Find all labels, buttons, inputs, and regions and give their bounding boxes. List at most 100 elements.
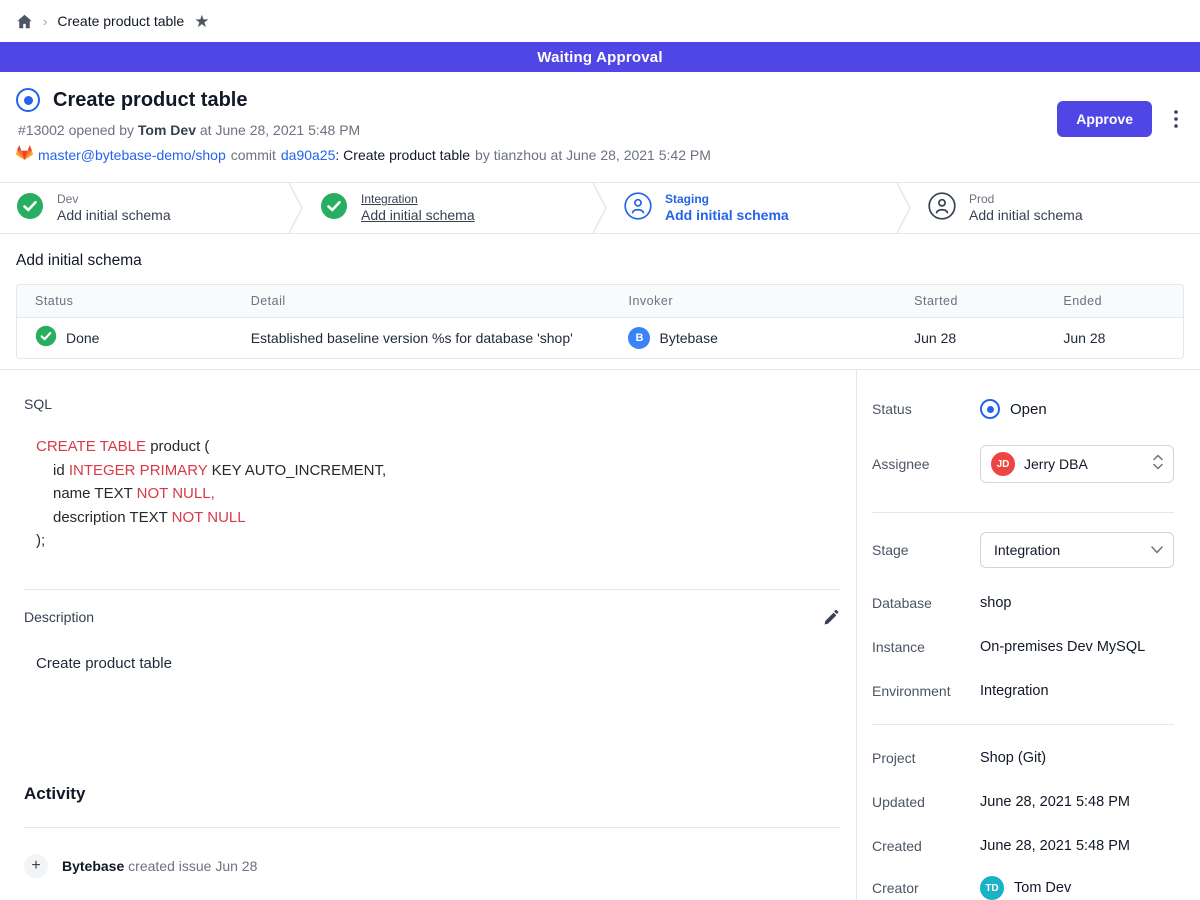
vcs-branch-link[interactable]: master@bytebase-demo/shop — [38, 147, 226, 163]
divider — [24, 589, 840, 590]
column-header-started: Started — [896, 285, 1045, 317]
stage-label: Stage — [872, 542, 980, 558]
created-label: Created — [872, 838, 980, 854]
open-status-icon — [980, 399, 1000, 419]
bytebase-issue-page: › Create product table ★ Waiting Approva… — [0, 0, 1200, 900]
task-section-title: Add initial schema — [16, 252, 1184, 270]
assignee-label: Assignee — [872, 456, 980, 472]
sidebar: Status Open Assignee JD Jerry DBA — [857, 370, 1200, 900]
stage-separator-chevron — [896, 183, 912, 233]
sql-keyword: NOT NULL, — [137, 485, 215, 502]
sql-text: description TEXT — [53, 509, 172, 526]
activity-author: Bytebase — [62, 858, 124, 874]
sql-keyword: INTEGER PRIMARY — [69, 462, 208, 479]
environment-label: Environment — [872, 683, 980, 699]
stage-separator-chevron — [288, 183, 304, 233]
task-table-header-row: Status Detail Invoker Started Ended — [17, 285, 1183, 317]
creator-label: Creator — [872, 880, 980, 896]
person-circle-icon — [624, 192, 652, 225]
status-banner: Waiting Approval — [0, 42, 1200, 72]
vcs-commit-byline: by tianzhou at June 28, 2021 5:42 PM — [475, 147, 711, 163]
instance-label: Instance — [872, 639, 980, 655]
activity-text: created issue Jun 28 — [128, 858, 257, 874]
check-circle-icon — [35, 325, 57, 350]
environment-value: Integration — [980, 683, 1049, 699]
issue-header: Create product table #13002 opened by To… — [0, 72, 1200, 182]
instance-value: On-premises Dev MySQL — [980, 639, 1145, 655]
approve-button[interactable]: Approve — [1057, 101, 1152, 137]
content-area: SQL CREATE TABLE product ( id INTEGER PR… — [0, 369, 1200, 900]
divider — [24, 827, 840, 828]
sql-code-block: CREATE TABLE product ( id INTEGER PRIMAR… — [36, 435, 840, 553]
issue-meta: #13002 opened by Tom Dev at June 28, 202… — [16, 122, 1176, 138]
check-circle-icon — [16, 192, 44, 225]
issue-id: #13002 opened by — [18, 122, 134, 138]
task-detail: Established baseline version %s for data… — [233, 317, 611, 358]
stage-task-label: Add initial schema — [969, 207, 1083, 224]
favorite-star-icon[interactable]: ★ — [194, 13, 209, 30]
updated-value: June 28, 2021 5:48 PM — [980, 794, 1130, 810]
sql-text: product ( — [146, 438, 209, 455]
updated-label: Updated — [872, 794, 980, 810]
stage-env-label: Prod — [969, 192, 1083, 206]
issue-title: Create product table — [53, 89, 247, 112]
database-label: Database — [872, 595, 980, 611]
edit-pencil-icon[interactable] — [823, 609, 840, 626]
status-label: Status — [872, 401, 980, 417]
vcs-commit-message: : Create product table — [335, 147, 470, 163]
task-table: Status Detail Invoker Started Ended — [16, 284, 1184, 359]
column-header-invoker: Invoker — [610, 285, 896, 317]
sql-section-label: SQL — [24, 396, 840, 412]
task-started: Jun 28 — [896, 317, 1045, 358]
sql-text: id — [53, 462, 69, 479]
home-icon[interactable] — [16, 13, 33, 30]
issue-author: Tom Dev — [138, 122, 196, 138]
database-value: shop — [980, 595, 1011, 611]
breadcrumb: › Create product table ★ — [0, 0, 1200, 42]
stage-task-label: Add initial schema — [665, 207, 789, 224]
invoker-avatar: B — [628, 327, 650, 349]
task-status: Done — [66, 330, 99, 346]
column-header-detail: Detail — [233, 285, 611, 317]
stage-value: Integration — [994, 542, 1142, 558]
sql-text: ); — [36, 532, 45, 549]
stage-separator-chevron — [592, 183, 608, 233]
up-down-chevron-icon — [1153, 454, 1163, 475]
issue-open-icon — [16, 88, 40, 112]
gitlab-icon — [16, 145, 33, 164]
assignee-avatar: JD — [991, 452, 1015, 476]
divider — [872, 512, 1174, 513]
stage-task-label: Add initial schema — [57, 207, 171, 224]
issue-opened-time: at June 28, 2021 5:48 PM — [200, 122, 360, 138]
stage-select[interactable]: Integration — [980, 532, 1174, 568]
activity-item: + Bytebase created issue Jun 28 — [24, 854, 840, 878]
stage-env-label: Integration — [361, 192, 475, 206]
kebab-menu-icon[interactable] — [1174, 110, 1178, 133]
status-value: Open — [1010, 401, 1047, 418]
breadcrumb-chevron-icon: › — [43, 14, 47, 29]
description-label: Description — [24, 609, 94, 625]
activity-title: Activity — [24, 784, 840, 804]
divider — [872, 724, 1174, 725]
stage-staging[interactable]: Staging Add initial schema — [608, 183, 896, 233]
task-ended: Jun 28 — [1045, 317, 1183, 358]
column-header-ended: Ended — [1045, 285, 1183, 317]
stage-dev[interactable]: Dev Add initial schema — [0, 183, 288, 233]
sql-keyword: NOT NULL — [172, 509, 246, 526]
stage-integration[interactable]: Integration Add initial schema — [304, 183, 592, 233]
description-text: Create product table — [36, 655, 840, 672]
sql-keyword: CREATE TABLE — [36, 438, 146, 455]
pipeline-bar: Dev Add initial schema Integration Add i… — [0, 182, 1200, 234]
plus-icon: + — [24, 854, 48, 878]
stage-env-label: Dev — [57, 192, 171, 206]
vcs-commit-hash-link[interactable]: da90a25 — [281, 147, 336, 163]
stage-prod[interactable]: Prod Add initial schema — [912, 183, 1200, 233]
column-header-status: Status — [17, 285, 233, 317]
assignee-value: Jerry DBA — [1024, 456, 1144, 472]
creator-value: Tom Dev — [1014, 880, 1071, 896]
stage-task-label: Add initial schema — [361, 207, 475, 224]
assignee-select[interactable]: JD Jerry DBA — [980, 445, 1174, 483]
person-circle-icon — [928, 192, 956, 225]
vcs-commit-word: commit — [231, 147, 276, 163]
check-circle-icon — [320, 192, 348, 225]
